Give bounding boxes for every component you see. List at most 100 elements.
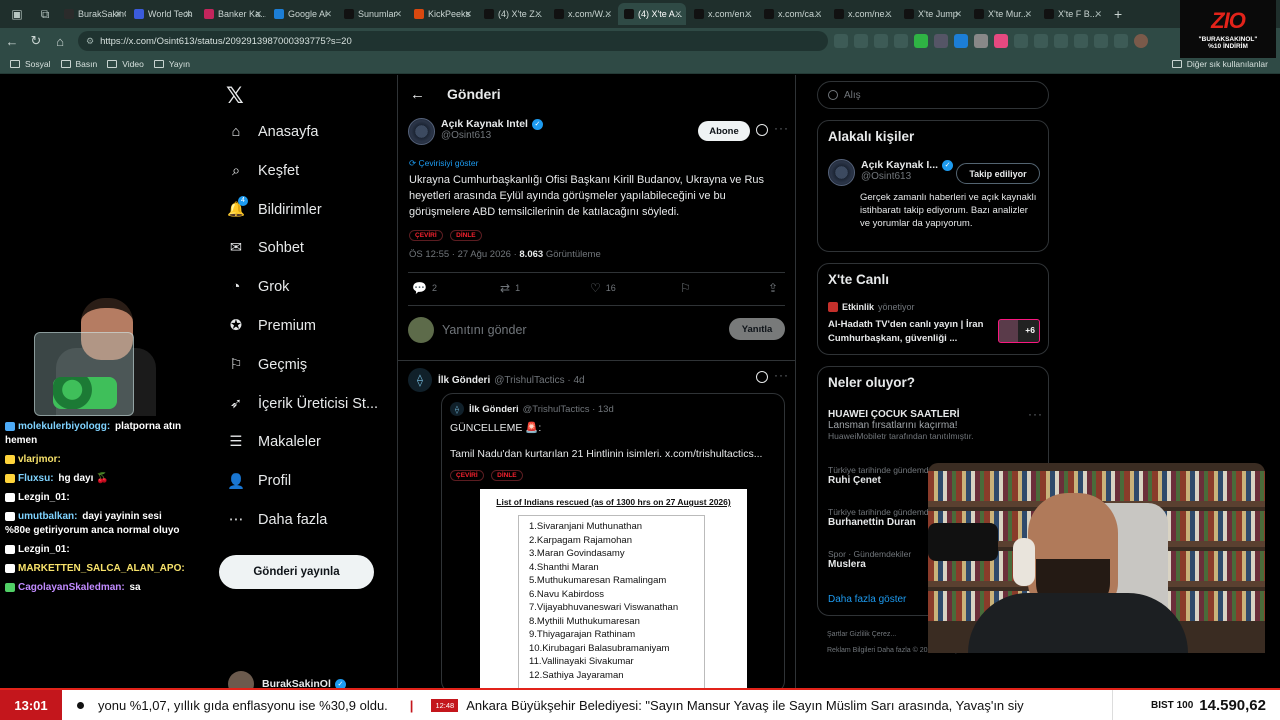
extension-icon[interactable] [1014,34,1028,48]
sidebar-item-7[interactable]: ⚐ Geçmiş [226,355,308,375]
bookmark-folder[interactable]: Yayın [153,59,190,69]
close-tab-icon[interactable]: ✕ [744,9,752,20]
tab-groups-icon[interactable]: ⧉ [34,3,56,25]
sidebar-item-8[interactable]: ➶ İçerik Üreticisi St... [226,394,378,414]
close-tab-icon[interactable]: ✕ [464,9,472,20]
footer-links[interactable]: Şartlar Gizlilik Çerez... [827,631,896,638]
extension-icon[interactable] [974,34,988,48]
more-options-icon[interactable]: ··· [1028,407,1043,421]
close-tab-icon[interactable]: ✕ [254,9,262,20]
trend-item[interactable]: Türkiye tarihinde gündemde Burhanettin Du… [828,507,933,528]
browser-tab[interactable]: X'te Jump ✕ [898,3,966,25]
show-more-link[interactable]: Daha fazla göster [828,594,906,605]
close-tab-icon[interactable]: ✕ [954,9,962,20]
close-tab-icon[interactable]: ✕ [184,9,192,20]
listen-pill[interactable]: DİNLE [491,470,523,481]
sidebar-item-6[interactable]: ✪ Premium [226,316,316,336]
related-handle[interactable]: @Osint613 [861,171,953,182]
browser-tab[interactable]: (4) X'te A... ✕ [618,3,686,25]
other-bookmarks[interactable]: Diğer sık kullanılanlar [1171,59,1268,69]
browser-tab[interactable]: (4) X'te Z... ✕ [478,3,546,25]
sidebar-item-5[interactable]: ◔ Grok [226,277,290,297]
post-button[interactable]: Gönderi yayınla [219,555,374,589]
live-listeners[interactable]: +6 [998,319,1040,343]
trend-item[interactable]: Türkiye tarihinde gündemde Ruhi Çenet [828,465,933,486]
repost-action[interactable]: ⇄ 1 [500,281,520,295]
home-browser-icon[interactable]: ⌂ [48,34,72,49]
extension-icon[interactable] [994,34,1008,48]
reload-icon[interactable]: ↻ [24,33,48,49]
trend-item[interactable]: Spor · Gündemdekiler Muslera [828,549,911,570]
back-arrow-icon[interactable]: ← [410,86,425,103]
close-tab-icon[interactable]: ✕ [394,9,402,20]
grok-icon[interactable] [756,371,768,383]
close-tab-icon[interactable]: ✕ [1024,9,1032,20]
reply-button[interactable]: Yanıtla [729,318,785,340]
post-timestamp[interactable]: ÖS 12:55 · 27 Ağu 2026 · [409,249,517,260]
browser-tab[interactable]: X'te Mur... ✕ [968,3,1036,25]
more-options-icon[interactable]: ··· [774,121,789,135]
reply-author-handle[interactable]: @TrishulTactics · 4d [494,375,584,386]
listen-pill[interactable]: DİNLE [450,230,482,241]
avatar[interactable] [828,159,855,186]
sidebar-item-3[interactable]: 🔔 4 Bildirimler [226,195,322,220]
close-tab-icon[interactable]: ✕ [534,9,542,20]
browser-tab[interactable]: KickPeeks ✕ [408,3,476,25]
avatar[interactable] [408,118,435,145]
author-handle[interactable]: @Osint613 [441,130,543,141]
close-tab-icon[interactable]: ✕ [114,9,122,20]
reply-input[interactable]: Yanıtını gönder [442,323,527,337]
subscribe-button[interactable]: Abone [698,121,750,141]
grok-icon[interactable] [756,124,768,136]
show-translation-link[interactable]: ⟳ Çevirisiyi göster [409,158,478,169]
attached-image[interactable]: List of Indians rescued (as of 1300 hrs … [480,489,747,688]
sidebar-item-11[interactable]: ⋯ Daha fazla [226,510,328,530]
sidebar-item-2[interactable]: ⌕ Keşfet [226,161,299,181]
translate-pill[interactable]: ÇEVİRİ [450,470,484,481]
sidebar-item-10[interactable]: 👤 Profil [226,471,291,491]
like-action[interactable]: ♡ 16 [590,281,616,295]
browser-tab[interactable]: BurakSakinOl✕ [58,3,126,25]
close-tab-icon[interactable]: ✕ [604,9,612,20]
sidebar-item-4[interactable]: ✉ Sohbet [226,238,304,258]
bookmark-folder[interactable]: Video [107,59,144,69]
live-title[interactable]: Al-Hadath TV'den canlı yayın | İran Cumh… [828,318,988,346]
new-tab-button[interactable]: + [1114,6,1122,22]
browser-tab[interactable]: Sunumlar ✕ [338,3,406,25]
share-action[interactable]: ⇪ [768,281,783,295]
browser-tab[interactable]: Banker Ka... ✕ [198,3,266,25]
close-tab-icon[interactable]: ✕ [324,9,332,20]
extension-icon[interactable] [1054,34,1068,48]
more-options-icon[interactable]: ··· [774,368,789,382]
search-input[interactable]: Alış [817,81,1049,109]
browser-tab[interactable]: Google Ai ✕ [268,3,336,25]
x-logo-icon[interactable]: 𝕏 [226,83,244,109]
extension-icon[interactable] [854,34,868,48]
translate-pill[interactable]: ÇEVİRİ [409,230,443,241]
following-button[interactable]: Takip ediliyor [956,163,1040,184]
quoted-post[interactable]: ⟠ İlk Gönderi @TrishulTactics · 13d GÜNC… [441,393,785,688]
author-name[interactable]: Açık Kaynak Intel [441,118,528,130]
promoted-trend[interactable]: HUAWEI ÇOCUK SAATLERİ Lansman fırsatları… [828,409,974,441]
extension-icon[interactable] [1074,34,1088,48]
trident-avatar-icon[interactable]: ⟠ [408,368,432,392]
reply-action[interactable]: 💬 2 [412,281,437,295]
browser-tab[interactable]: World Tech ✕ [128,3,196,25]
extension-icon[interactable] [914,34,928,48]
post-author[interactable]: Açık Kaynak Intel ✓ @Osint613 [408,118,543,145]
back-icon[interactable]: ← [0,34,24,49]
close-tab-icon[interactable]: ✕ [814,9,822,20]
bookmark-folder[interactable]: Basın [60,59,97,69]
close-tab-icon[interactable]: ✕ [884,9,892,20]
browser-tab[interactable]: x.com/W... ✕ [548,3,616,25]
extension-icon[interactable] [1094,34,1108,48]
extension-icon[interactable] [934,34,948,48]
browser-tab[interactable]: x.com/en... ✕ [688,3,756,25]
live-host[interactable]: Etkinlik yönetiyor [828,302,915,312]
extension-icon[interactable] [1034,34,1048,48]
browser-tab[interactable]: x.com/ne... ✕ [828,3,896,25]
extension-icon[interactable] [1114,34,1128,48]
reply-author-name[interactable]: İlk Gönderi [438,375,490,386]
close-tab-icon[interactable]: ✕ [1094,9,1102,20]
sidebar-item-1[interactable]: ⌂ Anasayfa [226,122,319,142]
